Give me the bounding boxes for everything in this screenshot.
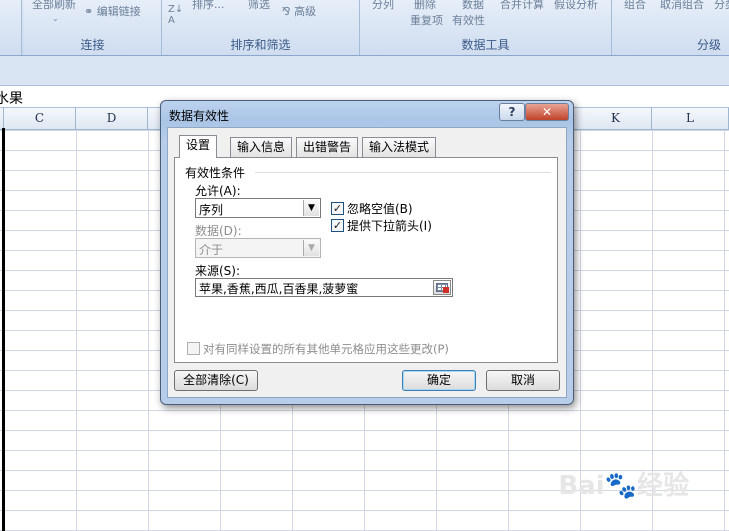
apply-all-checkbox[interactable] [187, 342, 200, 355]
formula-content: 水果 [0, 91, 23, 107]
settings-panel: 有效性条件 允许(A): 序列 ▼ ✓ 忽略空值(B) ✓ 提供下拉箭头(I) … [174, 157, 558, 363]
chevron-down-icon: ⌄ [52, 14, 59, 23]
edit-links-button[interactable]: ⚭ 编辑链接 [84, 3, 141, 19]
tab-input-message[interactable]: 输入信息 [230, 137, 293, 157]
group-button[interactable]: 组合 [624, 0, 646, 12]
data-value: 介于 [199, 243, 224, 257]
sort-button[interactable]: 排序... [192, 0, 225, 12]
data-validation-dialog: 数据有效性 ? ✕ 设置 输入信息 出错警告 输入法模式 有效性条件 允许(A)… [160, 100, 574, 405]
ribbon-group-title: 分级 [696, 38, 721, 52]
source-label: 来源(S): [195, 264, 241, 278]
data-select[interactable]: 介于 ▼ [195, 238, 321, 258]
ok-button[interactable]: 确定 [402, 370, 476, 391]
allow-label: 允许(A): [195, 184, 241, 198]
tab-settings[interactable]: 设置 [179, 135, 218, 158]
range-arrow-icon [443, 287, 449, 293]
advanced-icon: ⅋ [282, 5, 295, 18]
dropdown-arrow-checkbox[interactable]: ✓ [331, 219, 344, 232]
dialog-title: 数据有效性 [169, 109, 230, 123]
range-selector-button[interactable] [433, 280, 451, 295]
ungroup-button[interactable]: 取消组合 [660, 0, 704, 12]
tab-error-alert[interactable]: 出错警告 [296, 137, 359, 157]
close-button[interactable]: ✕ [525, 103, 569, 121]
source-value: 苹果,香蕉,西瓜,百香果,菠萝蜜 [199, 282, 359, 296]
column-header-l[interactable]: L [652, 108, 729, 130]
column-header-c[interactable]: C [4, 108, 76, 130]
ribbon-group-sort-filter: Z↓ A 排序... 筛选 ⅋ 高级 排序和筛选 [162, 0, 360, 55]
ribbon-group-title: 连接 [80, 38, 105, 52]
remove-button[interactable]: 删除 [414, 0, 436, 12]
source-input[interactable]: 苹果,香蕉,西瓜,百香果,菠萝蜜 [195, 278, 453, 297]
sort-za-icon[interactable]: Z↓ A [168, 4, 183, 26]
ribbon-group-title: 数据工具 [461, 38, 510, 52]
text-to-columns-button[interactable]: 分列 [372, 0, 394, 12]
ribbon-bottom-strip [0, 56, 729, 86]
duplicates-label[interactable]: 重复项 [410, 12, 443, 28]
ignore-blank-checkbox[interactable]: ✓ [331, 202, 344, 215]
advanced-filter-button[interactable]: ⅋ 高级 [282, 3, 316, 19]
refresh-all-button[interactable]: 全部刷新 [32, 0, 76, 12]
ribbon-group-connections: 全部刷新 ⚭ 编辑链接 ⌄ 连接 [24, 0, 162, 55]
dropdown-arrow-label[interactable]: 提供下拉箭头(I) [347, 217, 432, 234]
dialog-body: 设置 输入信息 出错警告 输入法模式 有效性条件 允许(A): 序列 ▼ ✓ 忽… [167, 127, 567, 398]
clear-all-button[interactable]: 全部清除(C) [174, 370, 258, 391]
chevron-down-icon[interactable]: ▼ [303, 240, 319, 256]
paw-icon: 🐾 [604, 471, 637, 501]
ignore-blank-label[interactable]: 忽略空值(B) [347, 200, 413, 217]
column-header-d[interactable]: D [76, 108, 148, 130]
column-header-k[interactable]: K [580, 108, 652, 130]
data-button[interactable]: 数据 [462, 0, 484, 12]
validation-button[interactable]: 有效性 [452, 12, 485, 28]
what-if-analysis-button[interactable]: 假设分析 [554, 0, 598, 12]
section-divider [255, 172, 551, 173]
ribbon-group-title: 排序和筛选 [230, 38, 291, 52]
allow-select[interactable]: 序列 ▼ [195, 198, 321, 218]
ribbon: 全部刷新 ⚭ 编辑链接 ⌄ 连接 Z↓ A 排序... 筛选 ⅋ 高级 排序和筛选… [0, 0, 729, 56]
section-title: 有效性条件 [185, 166, 246, 180]
cancel-button[interactable]: 取消 [486, 370, 560, 391]
watermark: Bai🐾经验 [558, 471, 689, 501]
consolidate-button[interactable]: 合并计算 [500, 0, 544, 12]
ribbon-group-data-tools: 分列 删除 数据 合并计算 假设分析 重复项 有效性 数据工具 [360, 0, 612, 55]
allow-value: 序列 [199, 203, 224, 217]
ribbon-group-partial [0, 0, 22, 55]
link-icon: ⚭ [84, 5, 97, 18]
chevron-down-icon[interactable]: ▼ [303, 200, 319, 216]
filter-button[interactable]: 筛选 [248, 0, 270, 12]
tab-ime-mode[interactable]: 输入法模式 [362, 137, 437, 157]
help-button[interactable]: ? [499, 103, 525, 121]
subtotal-button[interactable]: 分类 [714, 0, 729, 12]
selection-border [2, 128, 5, 531]
apply-all-label[interactable]: 对有同样设置的所有其他单元格应用这些更改(P) [203, 341, 449, 357]
ribbon-group-outline: 组合 取消组合 分类 分级 [612, 0, 729, 55]
data-label: 数据(D): [195, 224, 242, 238]
